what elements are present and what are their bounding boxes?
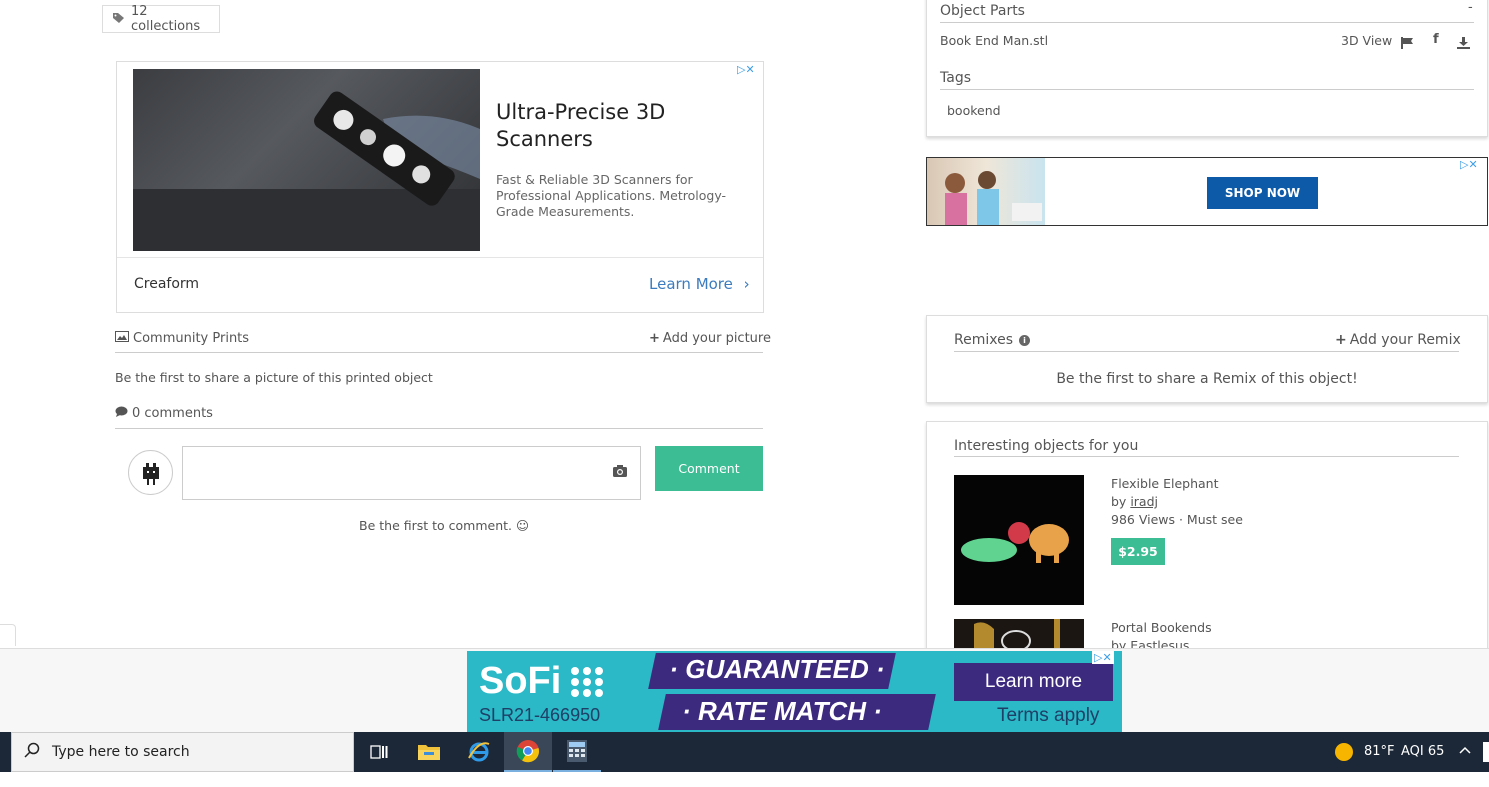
weather-aqi[interactable]: AQI 65 <box>1401 744 1444 759</box>
by-label: by <box>1111 494 1131 509</box>
ad-choices-icon[interactable]: ▷✕ <box>1460 158 1478 171</box>
collections-label: 12 collections <box>131 4 201 34</box>
ad-scanner-image[interactable] <box>133 69 480 251</box>
ad-description: Fast & Reliable 3D Scanners for Professi… <box>496 172 727 219</box>
author-link[interactable]: iradj <box>1130 494 1158 509</box>
plus-icon: + <box>1335 332 1347 348</box>
sofi-code: SLR21-466950 <box>479 705 601 725</box>
interesting-title: Interesting objects for you <box>954 438 1139 454</box>
file-explorer-icon[interactable] <box>405 732 453 772</box>
weather-sun-icon[interactable] <box>1335 743 1353 761</box>
divider <box>940 22 1474 23</box>
object-thumbnail[interactable] <box>954 475 1084 605</box>
3d-view-link[interactable]: 3D View <box>1341 33 1392 48</box>
sofi-terms: Terms apply <box>997 705 1100 726</box>
object-meta: 986 Views · Must see <box>1111 512 1243 527</box>
image-icon <box>115 331 129 346</box>
sofi-logo: SoFi <box>479 660 562 702</box>
taskbar-search[interactable]: Type here to search <box>11 732 354 772</box>
divider <box>954 351 1459 352</box>
ad-brand: Creaform <box>134 276 200 292</box>
add-remix-label: Add your Remix <box>1349 332 1461 348</box>
ad-divider <box>117 257 763 258</box>
interesting-objects-panel: Interesting objects for you Flexible Ele… <box>926 421 1488 661</box>
add-picture-link[interactable]: + Add your picture <box>649 331 771 346</box>
internet-explorer-icon[interactable] <box>455 732 503 772</box>
sofi-line2: · RATE MATCH · <box>682 696 882 726</box>
search-icon <box>24 742 40 762</box>
calculator-icon[interactable] <box>553 732 601 772</box>
chevron-up-icon[interactable] <box>1459 742 1471 758</box>
facebook-icon[interactable]: f <box>1433 32 1439 47</box>
add-remix-link[interactable]: + Add your Remix <box>1335 332 1461 348</box>
ad-choices-icon[interactable]: ▷✕ <box>737 63 755 76</box>
ad-learn-more-label: Learn More <box>649 275 733 293</box>
search-placeholder: Type here to search <box>52 744 190 760</box>
chrome-icon[interactable] <box>504 732 552 772</box>
notification-edge[interactable] <box>1483 742 1489 762</box>
chevron-right-icon: › <box>743 275 750 293</box>
bottom-strip <box>0 772 1489 787</box>
shop-now-button[interactable]: SHOP NOW <box>1207 177 1318 209</box>
community-empty-text: Be the first to share a picture of this … <box>115 370 433 385</box>
sofi-dots-icon <box>569 665 609 699</box>
camera-icon[interactable] <box>613 462 627 481</box>
remixes-panel: Remixes i + Add your Remix Be the first … <box>926 315 1488 403</box>
download-icon[interactable] <box>1457 34 1470 53</box>
tag-item[interactable]: bookend <box>947 103 1001 118</box>
divider <box>940 89 1474 90</box>
ad-choices-icon[interactable]: ▷✕ <box>1092 651 1114 664</box>
object-name[interactable]: Portal Bookends <box>1111 620 1212 635</box>
comment-button[interactable]: Comment <box>655 446 763 491</box>
comments-empty-text: Be the first to comment. ☺ <box>359 518 530 533</box>
tags-icon <box>112 12 126 27</box>
comment-input[interactable] <box>182 446 641 500</box>
object-details-panel: Object Parts - Book End Man.stl 3D View … <box>926 0 1488 137</box>
shop-ad[interactable]: SHOP NOW ▷✕ <box>926 157 1488 226</box>
add-picture-label: Add your picture <box>662 331 771 346</box>
weather-temp[interactable]: 81°F <box>1364 744 1395 759</box>
divider <box>954 456 1459 457</box>
plus-icon: + <box>649 331 660 346</box>
sofi-line1: · GUARANTEED · <box>669 654 885 684</box>
scanner-ad[interactable]: ▷✕ Ultra-Precise 3D Scanners Fast & Reli… <box>116 61 764 313</box>
collections-badge[interactable]: 12 collections <box>102 4 220 34</box>
comment-icon <box>115 406 128 421</box>
collapse-button[interactable]: - <box>1468 0 1473 15</box>
object-author: by iradj <box>1111 494 1158 509</box>
divider <box>115 428 763 429</box>
ad-title[interactable]: Ultra-Precise 3D Scanners <box>496 99 736 153</box>
ad-shop-image[interactable] <box>927 158 1045 225</box>
sofi-ad[interactable]: SoFi SLR21-466950 · GUARANTEED · · RATE … <box>467 651 1122 732</box>
community-prints-heading: Community Prints <box>115 331 249 346</box>
community-prints-title: Community Prints <box>133 331 250 346</box>
tags-title: Tags <box>940 70 971 86</box>
info-icon[interactable]: i <box>1019 334 1031 346</box>
avatar[interactable] <box>128 450 173 495</box>
task-view-icon[interactable] <box>355 732 403 772</box>
comments-heading: 0 comments <box>115 406 213 421</box>
remixes-heading: Remixes i <box>954 332 1031 348</box>
sofi-learn-more-button[interactable]: Learn more <box>954 663 1113 701</box>
price-button[interactable]: $2.95 <box>1111 538 1165 565</box>
flag-icon[interactable] <box>1401 34 1414 53</box>
object-name[interactable]: Flexible Elephant <box>1111 476 1218 491</box>
part-file-name[interactable]: Book End Man.stl <box>940 33 1048 48</box>
divider <box>115 352 763 353</box>
remixes-title: Remixes <box>954 332 1014 348</box>
ad-learn-more-link[interactable]: Learn More › <box>649 275 750 293</box>
scroll-fragment <box>0 624 16 646</box>
comments-count: 0 comments <box>132 406 213 421</box>
object-parts-title: Object Parts <box>940 3 1025 19</box>
remixes-empty-text: Be the first to share a Remix of this ob… <box>1056 371 1358 387</box>
taskbar: Type here to search 81°F AQI 65 <box>0 732 1489 772</box>
